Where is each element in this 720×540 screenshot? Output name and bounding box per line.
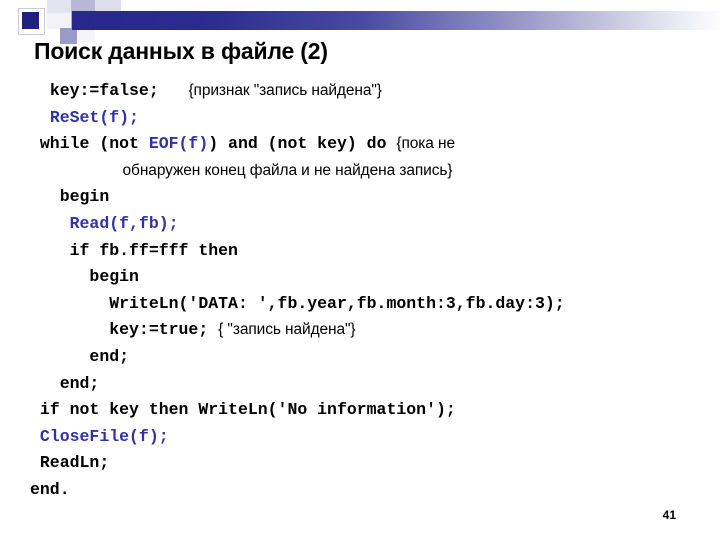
code-identifier: Read(f,fb); — [69, 213, 179, 233]
header-decoration — [0, 0, 720, 44]
code-line: Read(f,fb); — [0, 211, 720, 238]
code-line: ReSet(f); — [0, 105, 720, 132]
code-token: WriteLn('DATA: ',fb.year,fb.month:3,fb.d… — [109, 293, 565, 313]
decor-square-b — [47, 0, 71, 13]
decor-square-d — [71, 0, 95, 11]
decor-square-c — [47, 13, 71, 29]
code-comment: обнаружен конец файла и не найдена запис… — [30, 161, 453, 179]
code-identifier: CloseFile(f); — [39, 426, 169, 446]
code-identifier: EOF(f) — [148, 134, 209, 154]
code-line: end; — [0, 344, 720, 371]
header-gradient-bar — [72, 11, 720, 30]
code-token: begin — [59, 187, 110, 207]
code-line: key:=true; { "запись найдена"} — [0, 317, 720, 344]
code-token: ) and (not key) do — [208, 134, 397, 154]
code-token: end; — [89, 346, 130, 366]
code-block: key:=false; {признак "запись найдена"} R… — [0, 78, 720, 504]
code-line: ReadLn; — [0, 450, 720, 477]
code-token: if not key then WriteLn('No information'… — [39, 400, 456, 420]
code-comment: {признак "запись найдена"} — [188, 82, 382, 99]
code-token: end. — [30, 479, 70, 499]
code-token: key:=true; — [109, 320, 219, 340]
code-token: end; — [59, 373, 100, 393]
code-line: end; — [0, 371, 720, 398]
code-line: WriteLn('DATA: ',fb.year,fb.month:3,fb.d… — [0, 291, 720, 318]
decor-square-h — [95, 0, 121, 11]
code-line: end. — [0, 477, 720, 504]
code-line: обнаружен конец файла и не найдена запис… — [0, 158, 720, 185]
code-comment: {пока не — [396, 135, 456, 153]
code-line: if fb.ff=fff then — [0, 238, 720, 265]
code-line: begin — [0, 264, 720, 291]
code-comment: { "запись найдена"} — [218, 321, 356, 339]
page-title: Поиск данных в файле (2) — [34, 38, 328, 64]
code-line: begin — [0, 184, 720, 211]
code-token: while (not — [39, 134, 149, 154]
code-token: if fb.ff=fff then — [69, 240, 238, 260]
page-number: 41 — [662, 508, 676, 522]
code-token: begin — [89, 267, 139, 287]
code-line: if not key then WriteLn('No information'… — [0, 397, 720, 424]
decor-square-accent — [22, 12, 39, 29]
code-line: key:=false; {признак "запись найдена"} — [0, 78, 720, 105]
code-identifier: ReSet(f); — [49, 107, 139, 127]
code-token: ReadLn; — [39, 453, 110, 473]
code-line: CloseFile(f); — [0, 424, 720, 451]
code-token: key:=false; — [49, 81, 159, 100]
code-line: while (not EOF(f)) and (not key) do {пок… — [0, 131, 720, 158]
